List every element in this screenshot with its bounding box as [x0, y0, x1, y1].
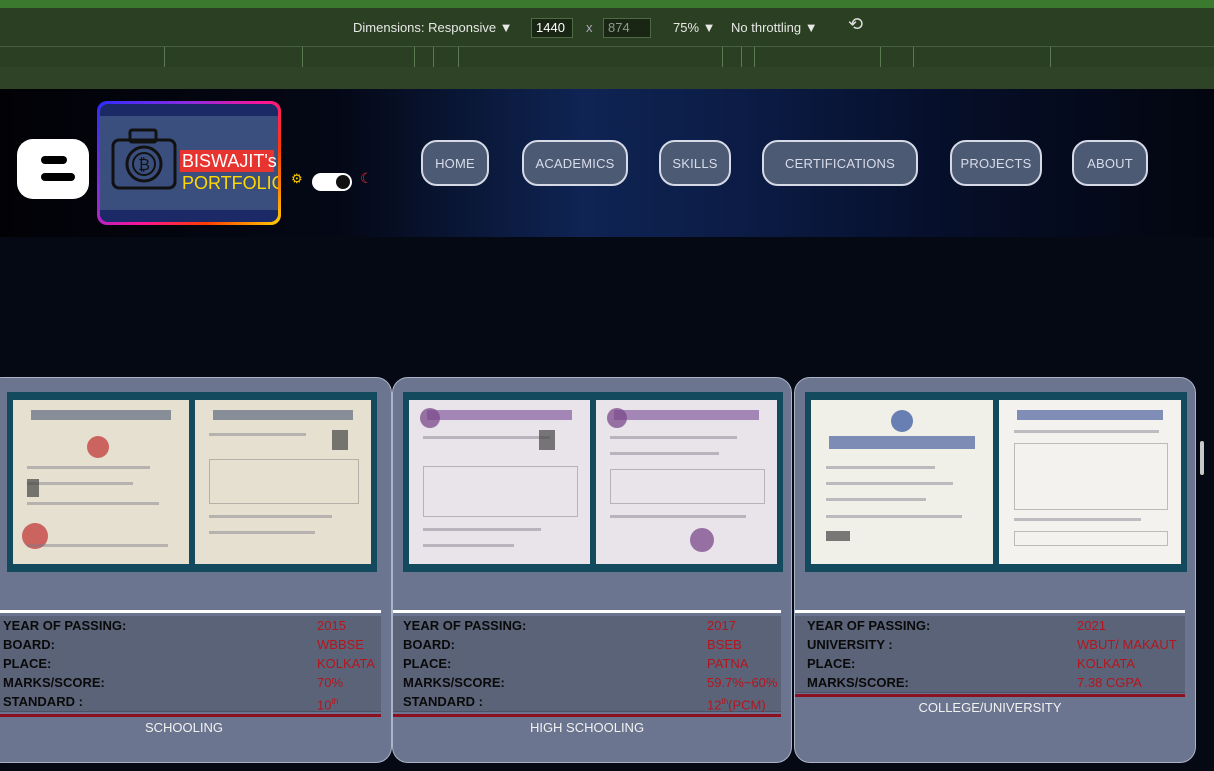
- devtools-device-row: Dimensions: Responsive ▼ 1440 x 874 75% …: [0, 8, 1214, 46]
- throttling-dropdown[interactable]: No throttling ▼: [731, 20, 818, 35]
- info-row: YEAR OF PASSING: 2017: [393, 616, 781, 636]
- portfolio-logo[interactable]: ₿ BISWAJIT's PORTFOLIO: [97, 101, 281, 225]
- site-header: ₿ BISWAJIT's PORTFOLIO ⚙ ☾ HOME ACADEMIC…: [0, 89, 1214, 237]
- card-caption: HIGH SCHOOLING: [529, 720, 645, 735]
- info-row: YEAR OF PASSING: 2015: [0, 616, 381, 636]
- info-row: MARKS/SCORE: 7.38 CGPA: [795, 673, 1185, 693]
- portfolio-page: ₿ BISWAJIT's PORTFOLIO ⚙ ☾ HOME ACADEMIC…: [0, 89, 1214, 771]
- zoom-dropdown[interactable]: 75% ▼: [673, 20, 716, 35]
- info-row: STANDARD : 10th: [0, 692, 381, 712]
- theme-toggle[interactable]: [312, 173, 352, 191]
- info-row: PLACE: KOLKATA: [0, 654, 381, 674]
- devtools-toolbar: Dimensions: Responsive ▼ 1440 x 874 75% …: [0, 0, 1214, 89]
- nav-about-button[interactable]: ABOUT: [1072, 140, 1148, 186]
- dimensions-dropdown[interactable]: Dimensions: Responsive ▼: [353, 20, 513, 35]
- high-schooling-card: YEAR OF PASSING: 2017 BOARD: BSEB PLACE:…: [392, 377, 792, 763]
- nav-certifications-button[interactable]: CERTIFICATIONS: [762, 140, 918, 186]
- schooling-card: YEAR OF PASSING: 2015 BOARD: WBBSE PLACE…: [0, 377, 392, 763]
- devtools-ruler-row: [0, 67, 1214, 89]
- info-row: PLACE: KOLKATA: [795, 654, 1185, 674]
- info-row: UNIVERSITY : WBUT/ MAKAUT: [795, 635, 1185, 655]
- logo-portfolio-text: PORTFOLIO: [182, 173, 278, 193]
- rotate-icon[interactable]: ⟲: [848, 14, 863, 35]
- high-schooling-certificate-image: [403, 392, 783, 572]
- college-certificate-image: [805, 392, 1187, 572]
- nav-projects-button[interactable]: PROJECTS: [950, 140, 1042, 186]
- info-row: STANDARD : 12th(PCM): [393, 692, 781, 712]
- devtools-top-border: [0, 0, 1214, 8]
- dimension-separator: x: [586, 20, 593, 35]
- media-query-ruler: [0, 46, 1214, 68]
- nav-skills-button[interactable]: SKILLS: [659, 140, 731, 186]
- info-row: BOARD: WBBSE: [0, 635, 381, 655]
- info-row: PLACE: PATNA: [393, 654, 781, 674]
- blogger-icon[interactable]: [17, 139, 89, 199]
- svg-text:₿: ₿: [138, 155, 150, 174]
- logo-name-text: BISWAJIT's: [180, 150, 277, 172]
- moon-icon: ☾: [360, 170, 373, 186]
- width-input[interactable]: 1440: [531, 18, 573, 38]
- height-input[interactable]: 874: [603, 18, 651, 38]
- info-row: BOARD: BSEB: [393, 635, 781, 655]
- resize-handle[interactable]: [1200, 441, 1204, 475]
- info-row: MARKS/SCORE: 70%: [0, 673, 381, 693]
- schooling-certificate-image: [7, 392, 377, 572]
- college-card: YEAR OF PASSING: 2021 UNIVERSITY : WBUT/…: [794, 377, 1196, 763]
- camera-bitcoin-icon: ₿: [111, 128, 177, 190]
- card-caption: SCHOOLING: [144, 720, 223, 735]
- card-caption: COLLEGE/UNIVERSITY: [918, 700, 1062, 715]
- info-row: MARKS/SCORE: 59.7%~60%: [393, 673, 781, 693]
- sun-icon: ⚙: [291, 171, 303, 186]
- info-row: YEAR OF PASSING: 2021: [795, 616, 1185, 636]
- nav-academics-button[interactable]: ACADEMICS: [522, 140, 628, 186]
- nav-home-button[interactable]: HOME: [421, 140, 489, 186]
